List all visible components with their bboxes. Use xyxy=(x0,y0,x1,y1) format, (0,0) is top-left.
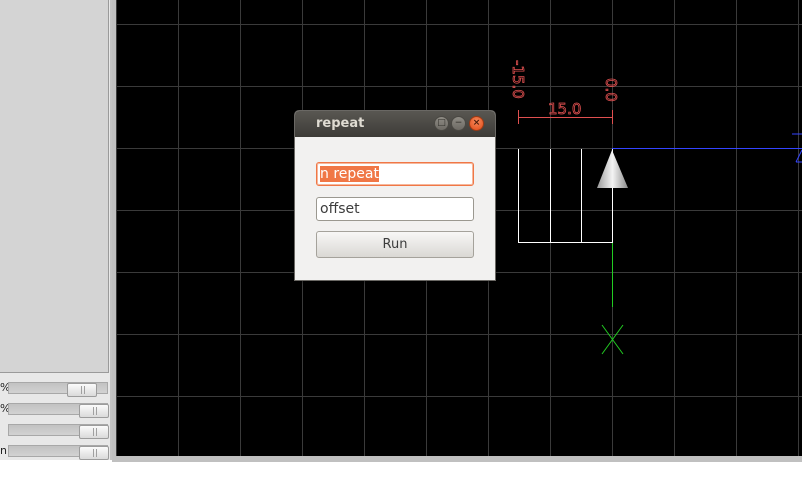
slider-thumb-2[interactable] xyxy=(79,404,109,418)
close-button[interactable]: × xyxy=(469,116,484,131)
maximize-button[interactable]: □ xyxy=(434,116,449,131)
slider-track-1[interactable] xyxy=(8,382,108,397)
dialog-titlebar[interactable]: repeat □ − × xyxy=(295,111,495,137)
slider-track-4[interactable] xyxy=(8,445,109,460)
slider-track-2[interactable] xyxy=(8,403,109,418)
slider-label-4: n xyxy=(0,444,7,457)
cone-tool-icon xyxy=(597,150,628,188)
bottom-bar xyxy=(0,462,802,477)
run-button[interactable]: Run xyxy=(316,231,474,258)
dim-label-minus-15: -15.0 xyxy=(509,60,527,99)
dialog-title: repeat xyxy=(316,116,365,131)
minimize-button[interactable]: − xyxy=(451,116,466,131)
close-icon: × xyxy=(472,118,481,128)
offset-input[interactable]: offset xyxy=(316,197,474,221)
slider-thumb-3[interactable] xyxy=(79,425,109,439)
slider-thumb-4[interactable] xyxy=(79,446,109,460)
slider-row-1: % xyxy=(0,380,112,397)
slider-row-2: % xyxy=(0,401,112,418)
n-repeat-value: n repeat xyxy=(320,166,379,182)
maximize-icon: □ xyxy=(437,118,446,128)
slider-thumb-1[interactable] xyxy=(67,383,97,397)
repeat-dialog: repeat □ − × n repeat offset Run xyxy=(294,110,496,281)
n-repeat-input[interactable]: n repeat xyxy=(316,162,474,186)
part-outline xyxy=(518,149,613,243)
slider-track-3[interactable] xyxy=(8,424,109,439)
dim-label-zero: 0.0 xyxy=(602,78,620,102)
left-panel: % % n xyxy=(0,0,116,460)
slider-row-3 xyxy=(0,422,112,439)
offset-value: offset xyxy=(320,201,360,217)
slider-row-4: n xyxy=(0,443,112,460)
dim-label-15: 15.0 xyxy=(548,100,581,118)
left-panel-list-area xyxy=(0,0,109,373)
minimize-icon: − xyxy=(454,118,463,128)
